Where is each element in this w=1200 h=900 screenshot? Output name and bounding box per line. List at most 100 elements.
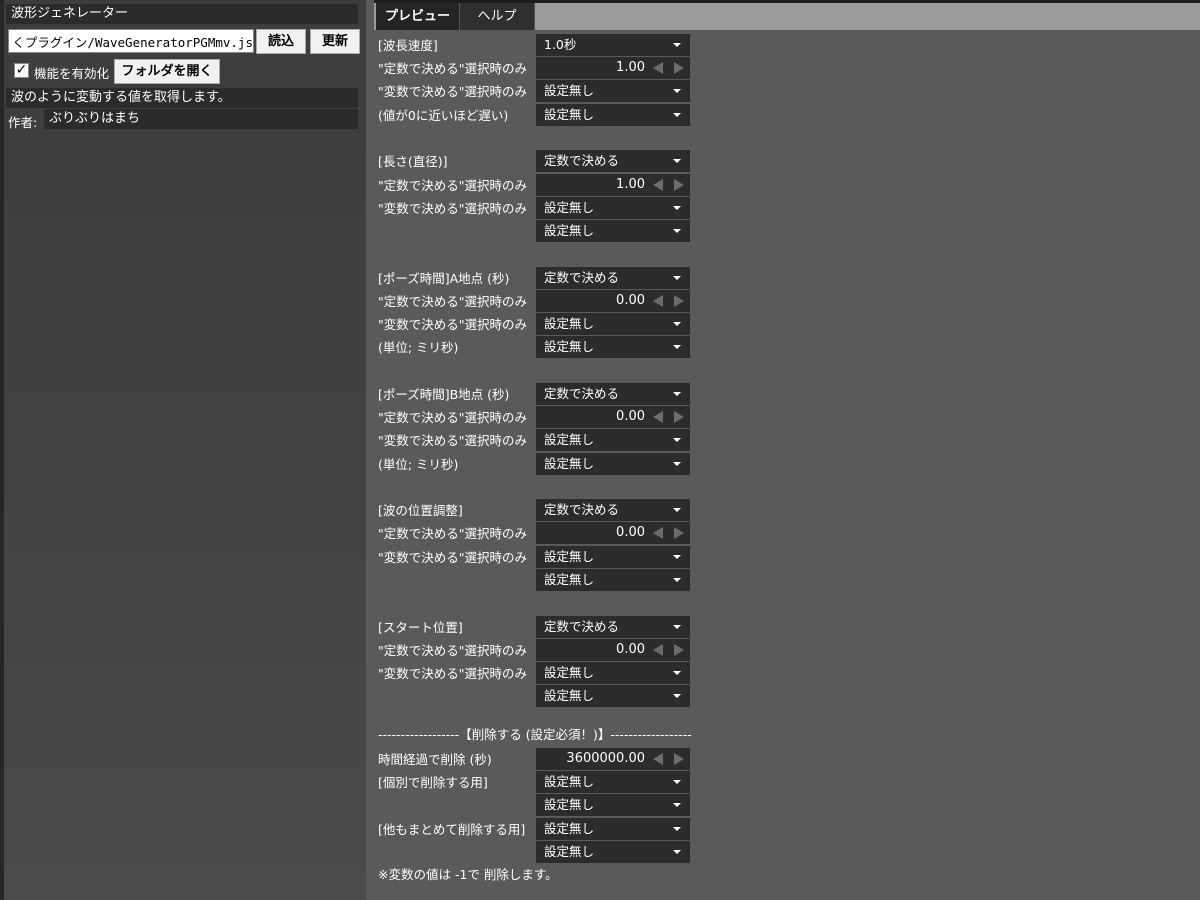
setting-label: "定数で決める"選択時のみ	[378, 293, 527, 309]
increment-arrow-icon[interactable]	[674, 753, 684, 765]
tab-help[interactable]: ヘルプ	[460, 3, 535, 30]
plugin-author: ぶりぶりはまち	[44, 109, 358, 129]
dropdown-caret-icon	[673, 624, 681, 629]
setting-row: "定数で決める"選択時のみ 0.00	[374, 638, 704, 662]
setting-label: 時間経過で削除 (秒)	[378, 752, 492, 767]
dropdown-value: 設定無し	[544, 83, 595, 99]
enable-label: 機能を有効化	[34, 66, 110, 81]
select-dropdown[interactable]: 設定無し	[536, 336, 690, 359]
dropdown-value: 設定無し	[544, 843, 595, 859]
setting-label: "定数で決める"選択時のみ	[378, 410, 527, 426]
select-dropdown[interactable]: 1.0秒	[536, 34, 690, 56]
setting-row: "定数で決める"選択時のみ 1.00	[374, 57, 704, 80]
setting-row: "変数で決める"選択時のみ 設定無し	[374, 545, 704, 569]
number-spinner[interactable]: 0.00	[536, 638, 690, 661]
setting-label: [長さ(直径)]	[378, 154, 448, 170]
decrement-arrow-icon[interactable]	[653, 178, 663, 191]
select-dropdown[interactable]: 設定無し	[536, 196, 690, 219]
spinner-value: 0.00	[616, 409, 645, 425]
select-dropdown[interactable]: 設定無し	[536, 545, 690, 568]
open-folder-button[interactable]: フォルダを開く	[114, 59, 220, 84]
number-spinner[interactable]: 1.00	[536, 173, 690, 196]
setting-label: (単位; ミリ秒)	[378, 340, 459, 356]
tab-bar: プレビュー ヘルプ	[374, 0, 1200, 30]
setting-row: 設定無し	[374, 794, 704, 817]
increment-arrow-icon[interactable]	[674, 527, 684, 540]
number-spinner[interactable]: 1.00	[536, 57, 690, 80]
setting-row: "変数で決める"選択時のみ 設定無し	[374, 196, 704, 220]
select-dropdown[interactable]: 定数で決める	[536, 150, 690, 173]
dropdown-caret-icon	[673, 322, 681, 326]
dropdown-value: 設定無し	[544, 548, 595, 564]
dropdown-value: 1.0秒	[544, 37, 577, 52]
increment-arrow-icon[interactable]	[674, 411, 684, 424]
dropdown-value: 設定無し	[544, 774, 595, 790]
select-dropdown[interactable]: 設定無し	[536, 794, 690, 817]
dropdown-value: 設定無し	[544, 432, 595, 448]
spinner-value: 0.00	[616, 641, 645, 657]
select-dropdown[interactable]: 定数で決める	[536, 266, 690, 289]
number-spinner[interactable]: 0.00	[536, 406, 690, 429]
number-spinner[interactable]: 0.00	[536, 522, 690, 545]
refresh-button[interactable]: 更新	[310, 29, 360, 54]
increment-arrow-icon[interactable]	[674, 178, 684, 191]
load-button[interactable]: 読込	[256, 29, 306, 54]
increment-arrow-icon[interactable]	[674, 643, 684, 656]
dropdown-value: 設定無し	[544, 316, 595, 331]
dropdown-caret-icon	[673, 391, 681, 396]
select-dropdown[interactable]: 設定無し	[536, 429, 690, 452]
decrement-arrow-icon[interactable]	[653, 643, 663, 656]
setting-label: "変数で決める"選択時のみ	[378, 200, 527, 216]
select-dropdown[interactable]: 設定無し	[536, 313, 690, 335]
increment-arrow-icon[interactable]	[674, 294, 684, 307]
select-dropdown[interactable]: 設定無し	[536, 219, 690, 242]
increment-arrow-icon[interactable]	[674, 62, 684, 75]
setting-label: [波の位置調整]	[378, 503, 463, 519]
select-dropdown[interactable]: 設定無し	[536, 80, 690, 103]
setting-row: 設定無し	[374, 685, 704, 708]
setting-label: "定数で決める"選択時のみ	[378, 526, 527, 542]
number-spinner[interactable]: 0.00	[536, 289, 690, 312]
select-dropdown[interactable]: 設定無し	[536, 817, 690, 840]
select-dropdown[interactable]: 設定無し	[536, 840, 690, 863]
tab-preview[interactable]: プレビュー	[376, 3, 460, 30]
select-dropdown[interactable]: 定数で決める	[536, 382, 690, 405]
setting-row: 時間経過で削除 (秒) 3600000.00	[374, 748, 704, 771]
dropdown-caret-icon	[673, 554, 681, 559]
decrement-arrow-icon[interactable]	[653, 411, 663, 424]
number-spinner[interactable]: 3600000.00	[536, 748, 690, 770]
setting-row: [波長速度] 1.0秒	[374, 34, 704, 57]
select-dropdown[interactable]: 設定無し	[536, 685, 690, 708]
select-dropdown[interactable]: 設定無し	[536, 452, 690, 475]
setting-label: [個別で削除する用]	[378, 775, 488, 791]
setting-row: [長さ(直径)] 定数で決める	[374, 150, 704, 173]
dropdown-caret-icon	[673, 159, 681, 164]
setting-row: "定数で決める"選択時のみ 0.00	[374, 289, 704, 313]
setting-row: (値が0に近いほど遅い) 設定無し	[374, 103, 704, 127]
setting-label: (値が0に近いほど遅い)	[378, 107, 509, 123]
enable-checkbox[interactable]: ✓	[14, 63, 29, 78]
dropdown-value: 定数で決める	[544, 502, 620, 518]
setting-row: [波の位置調整] 定数で決める	[374, 499, 704, 522]
setting-row: "変数で決める"選択時のみ 設定無し	[374, 661, 704, 685]
decrement-arrow-icon[interactable]	[653, 294, 663, 307]
decrement-arrow-icon[interactable]	[653, 62, 663, 75]
select-dropdown[interactable]: 定数で決める	[536, 499, 690, 522]
dropdown-caret-icon	[673, 112, 681, 117]
plugin-info-panel: 波形ジェネレーター 読込 更新 ✓ 機能を有効化 フォルダを開く 波のように変動…	[0, 0, 366, 900]
select-dropdown[interactable]: 設定無し	[536, 661, 690, 684]
dropdown-caret-icon	[673, 345, 681, 350]
setting-label: [波長速度]	[378, 38, 438, 53]
setting-row: (単位; ミリ秒) 設定無し	[374, 336, 704, 359]
select-dropdown[interactable]: 定数で決める	[536, 615, 690, 638]
select-dropdown[interactable]: 設定無し	[536, 568, 690, 591]
dropdown-value: 設定無し	[544, 339, 595, 355]
checkmark-icon: ✓	[15, 62, 28, 78]
select-dropdown[interactable]: 設定無し	[536, 103, 690, 126]
decrement-arrow-icon[interactable]	[653, 753, 663, 765]
decrement-arrow-icon[interactable]	[653, 527, 663, 540]
dropdown-caret-icon	[673, 577, 681, 582]
select-dropdown[interactable]: 設定無し	[536, 771, 690, 794]
delete-section-separator: ------------------【削除する (設定必須！)】--------…	[378, 727, 692, 742]
plugin-path-input[interactable]	[8, 29, 254, 53]
